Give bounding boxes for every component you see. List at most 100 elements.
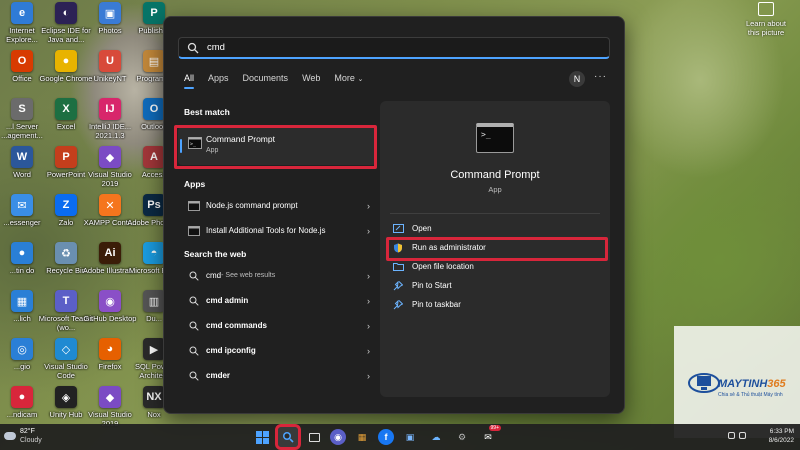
tab-apps[interactable]: Apps bbox=[208, 73, 229, 86]
clock[interactable]: 6:33 PM 8/6/2022 bbox=[769, 427, 794, 445]
chevron-right-icon: › bbox=[367, 200, 370, 211]
weather-temp: 82°F bbox=[20, 428, 35, 435]
taskbar-apps: ◉ ▦ f ▣ ☁ ⚙ ✉ 99+ bbox=[252, 424, 504, 450]
app-icon: P bbox=[55, 146, 77, 168]
action-open-file-location[interactable]: Open file location bbox=[392, 257, 602, 276]
search-input[interactable] bbox=[207, 42, 587, 53]
web-result-cmd-admin[interactable]: cmd admin › bbox=[178, 288, 378, 313]
action-label: Open bbox=[412, 224, 432, 233]
tab-all[interactable]: All bbox=[184, 73, 195, 89]
folder-icon bbox=[392, 262, 404, 272]
search-icon bbox=[283, 432, 294, 443]
wifi-icon bbox=[728, 432, 735, 439]
facebook-icon[interactable]: f bbox=[378, 429, 394, 445]
pin-icon bbox=[392, 299, 404, 310]
chat-app-icon[interactable]: ◉ bbox=[330, 429, 346, 445]
app-icon: Ai bbox=[99, 242, 121, 264]
web-result-cmder[interactable]: cmder › bbox=[178, 363, 378, 388]
web-result-term: cmd ipconfig bbox=[206, 346, 256, 355]
svg-text:>_: >_ bbox=[190, 142, 197, 148]
web-result-cmd-commands[interactable]: cmd commands › bbox=[178, 313, 378, 338]
app-icon: ▤ bbox=[143, 50, 165, 72]
action-label: Open file location bbox=[412, 262, 474, 271]
web-result-cmd-ipconfig[interactable]: cmd ipconfig › bbox=[178, 338, 378, 363]
app-icon: Ps bbox=[143, 194, 165, 216]
app-icon: ◆ bbox=[99, 146, 121, 168]
web-result-cmd[interactable]: cmd - See web results › bbox=[178, 263, 378, 288]
chevron-down-icon: ⌄ bbox=[357, 76, 364, 83]
app-icon: ▥ bbox=[143, 290, 165, 312]
desktop-icons: e Internet Explore... ◐ Eclipse IDE for Jav… bbox=[0, 0, 181, 428]
app-icon: ● bbox=[11, 386, 33, 408]
avatar[interactable]: N bbox=[569, 71, 585, 87]
detail-title: Command Prompt bbox=[450, 169, 540, 181]
app-icon: T bbox=[55, 290, 77, 312]
volume-icon bbox=[739, 432, 746, 439]
apps-heading: Apps bbox=[184, 179, 206, 189]
weather-condition: Cloudy bbox=[20, 437, 42, 444]
app-result-label: Install Additional Tools for Node.js bbox=[206, 226, 326, 235]
start-button[interactable] bbox=[252, 427, 272, 447]
chevron-right-icon: › bbox=[367, 345, 370, 356]
store-icon[interactable]: ▣ bbox=[400, 427, 420, 447]
action-run-as-administrator[interactable]: Run as administrator bbox=[392, 238, 602, 257]
weather-widget[interactable]: 82°F Cloudy bbox=[4, 427, 42, 445]
watermark-logo: MAYTINH365 Chia sẻ & Thủ thuật Máy tính bbox=[674, 326, 800, 438]
app-icon: ◎ bbox=[11, 338, 33, 360]
camera-icon bbox=[758, 2, 774, 16]
system-tray-icons[interactable] bbox=[724, 432, 746, 439]
web-result-suffix: - See web results bbox=[221, 272, 276, 279]
tab-web[interactable]: Web bbox=[302, 73, 320, 86]
app-icon: ◓ bbox=[143, 242, 165, 264]
best-match-item[interactable]: >_ Command Prompt App bbox=[178, 127, 376, 165]
web-result-term: cmd commands bbox=[206, 321, 267, 330]
task-view-icon bbox=[308, 432, 320, 442]
app-icon: P bbox=[143, 2, 165, 24]
app-icon: ◇ bbox=[55, 338, 77, 360]
more-options-icon[interactable]: ··· bbox=[594, 71, 607, 82]
app-icon: IJ bbox=[99, 98, 121, 120]
tab-more[interactable]: More ⌄ bbox=[334, 73, 363, 86]
action-pin-to-start[interactable]: Pin to Start bbox=[392, 276, 602, 295]
search-icon bbox=[187, 42, 199, 53]
app-result-nodejs-tools[interactable]: Install Additional Tools for Node.js › bbox=[178, 218, 378, 243]
learn-about-picture[interactable]: Learn about this picture bbox=[740, 2, 792, 37]
messenger-icon[interactable]: ✉ 99+ bbox=[478, 425, 501, 447]
chevron-right-icon: › bbox=[367, 320, 370, 331]
taskbar-search-button[interactable] bbox=[275, 424, 301, 450]
search-box[interactable] bbox=[178, 37, 610, 59]
app-icon: O bbox=[143, 98, 165, 120]
detail-actions: Open Run as administrator Open file loca… bbox=[392, 219, 602, 314]
app-icon: S bbox=[11, 98, 33, 120]
app-icon: O bbox=[11, 50, 33, 72]
action-open[interactable]: Open bbox=[392, 219, 602, 238]
taskbar: 82°F Cloudy ◉ ▦ f ▣ ☁ ⚙ ✉ 99+ 6:33 PM 8/6… bbox=[0, 424, 800, 450]
app-icon: X bbox=[55, 98, 77, 120]
app-icon: ▦ bbox=[11, 290, 33, 312]
terminal-icon bbox=[188, 225, 200, 237]
app-result-nodejs-prompt[interactable]: Node.js command prompt › bbox=[178, 193, 378, 218]
brand-main: MAYTINH bbox=[718, 378, 768, 390]
app-icon: ◈ bbox=[55, 386, 77, 408]
app-icon: ▶ bbox=[143, 338, 165, 360]
settings-gear-icon[interactable]: ⚙ bbox=[452, 427, 472, 447]
search-panel: All Apps Documents Web More ⌄ N ··· Best… bbox=[163, 16, 625, 414]
widgets-icon[interactable]: ▦ bbox=[352, 427, 372, 447]
detail-pane: >_ Command Prompt App Open Run as admini… bbox=[380, 101, 610, 397]
divider bbox=[390, 213, 600, 214]
shield-icon bbox=[392, 243, 404, 253]
action-pin-to-taskbar[interactable]: Pin to taskbar bbox=[392, 295, 602, 314]
web-result-term: cmd bbox=[206, 271, 222, 280]
best-match-type: App bbox=[206, 147, 219, 154]
app-icon: ✉ bbox=[11, 194, 33, 216]
web-result-term: cmder bbox=[206, 371, 231, 380]
pin-icon bbox=[392, 280, 404, 291]
monitor-logo-icon bbox=[688, 373, 720, 393]
detail-subtitle: App bbox=[488, 185, 502, 194]
cloud-icon bbox=[4, 432, 16, 440]
task-view-button[interactable] bbox=[304, 427, 324, 447]
tab-documents[interactable]: Documents bbox=[243, 73, 289, 86]
photos-app-icon[interactable]: ☁ bbox=[426, 427, 446, 447]
action-label: Run as administrator bbox=[412, 243, 486, 252]
best-match-name: Command Prompt bbox=[206, 134, 275, 144]
